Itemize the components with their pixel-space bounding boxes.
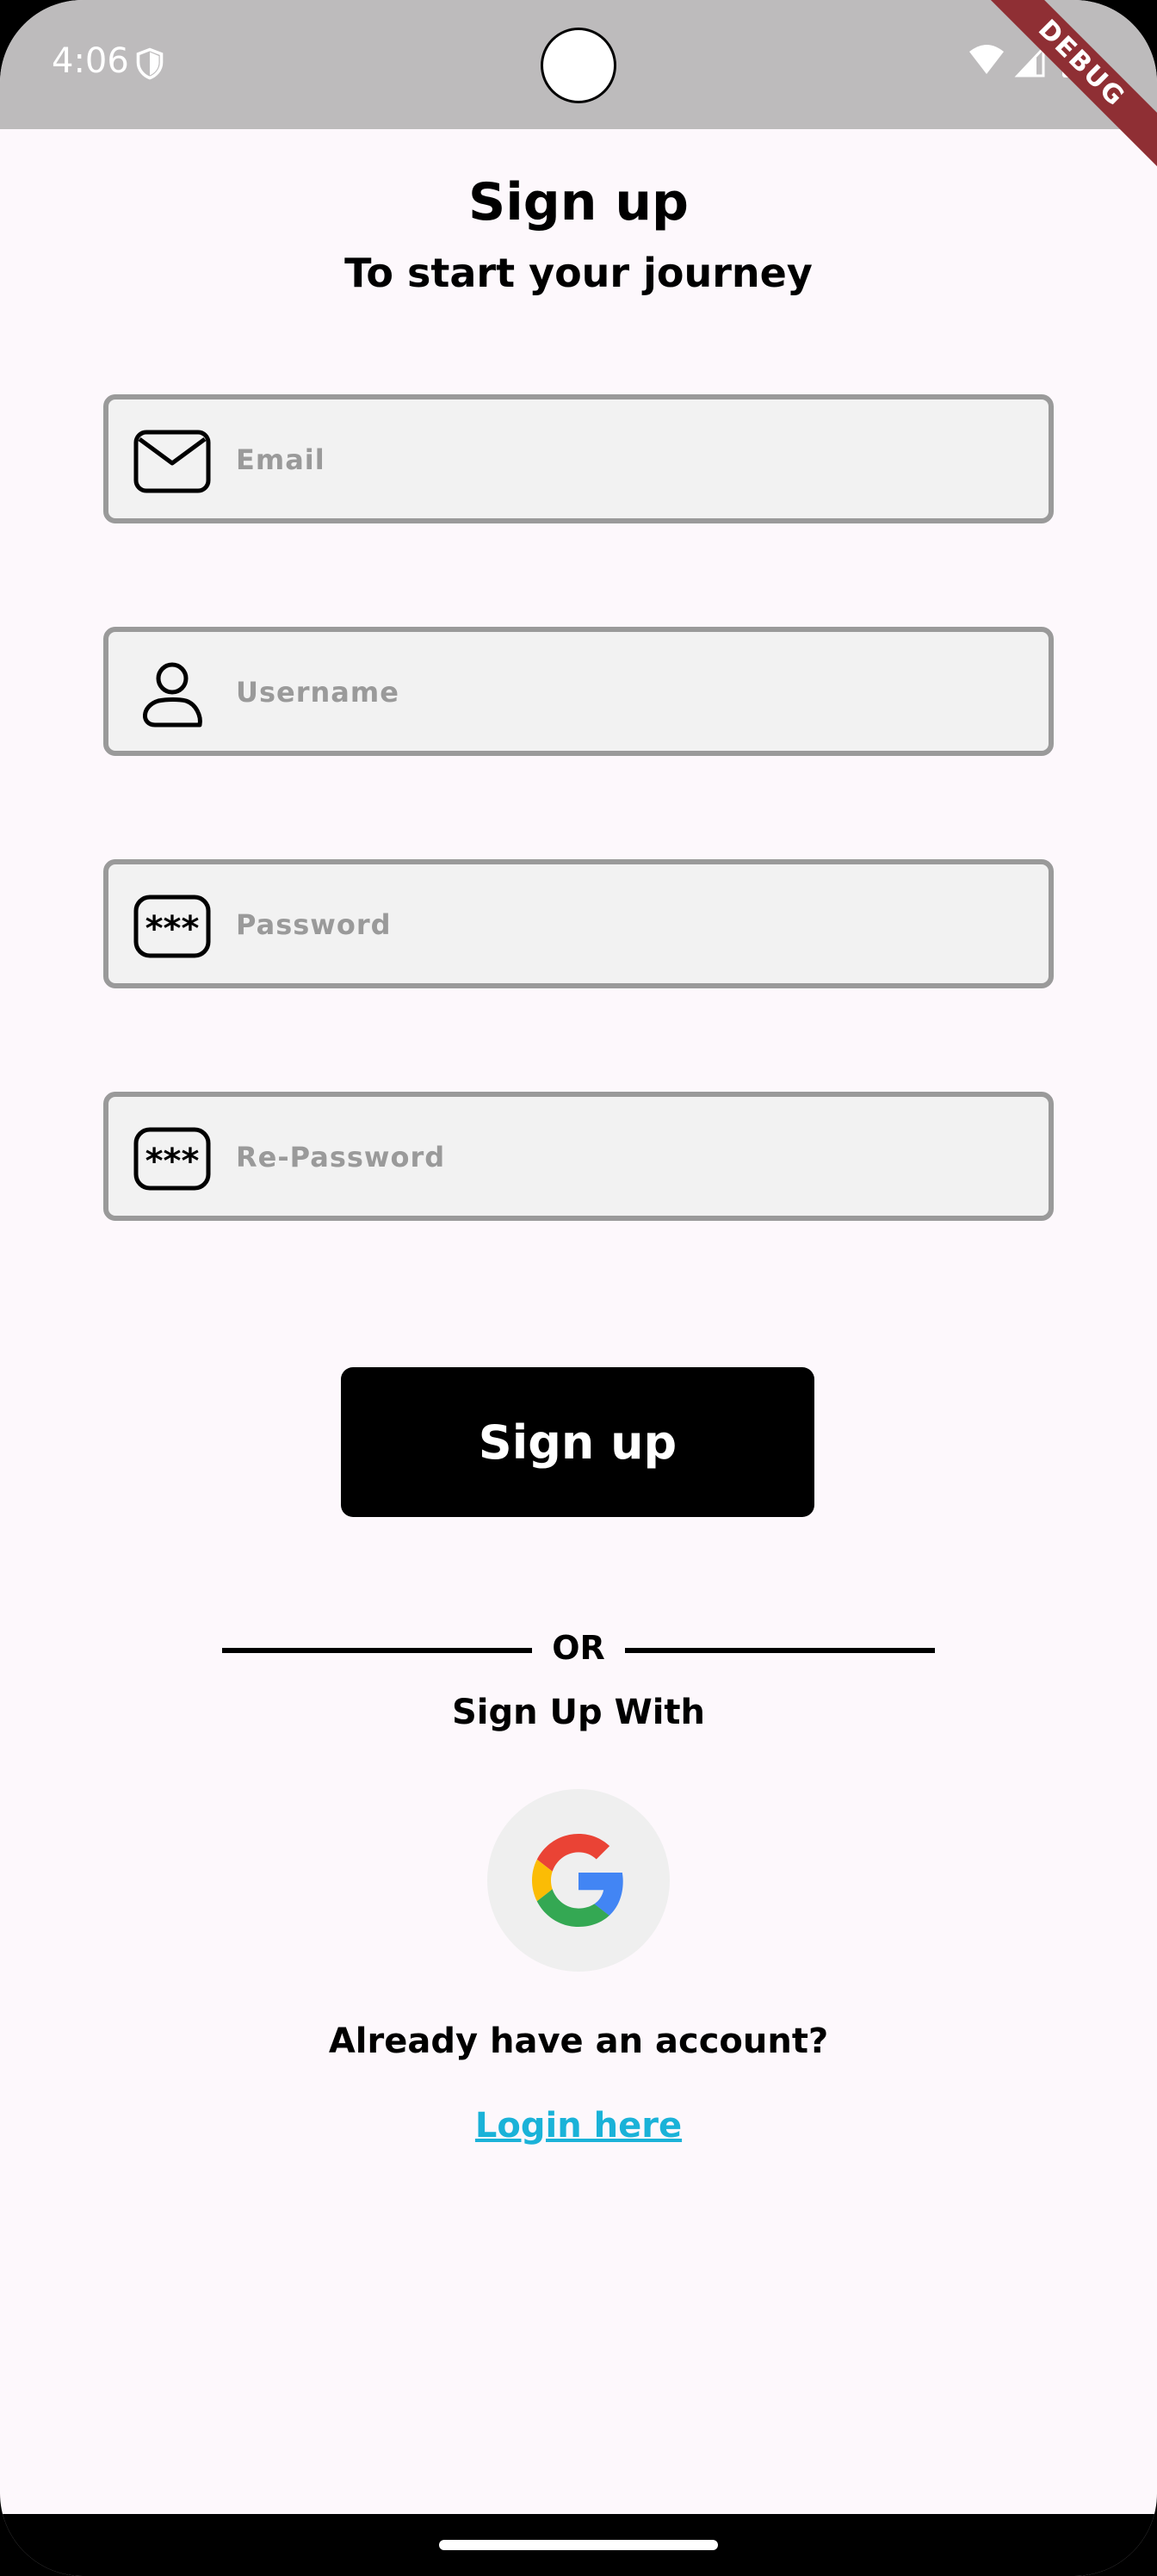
password-field[interactable]: *** <box>103 859 1054 988</box>
email-input[interactable] <box>234 399 1030 520</box>
or-label: OR <box>552 1629 605 1667</box>
svg-text:***: *** <box>145 1142 200 1181</box>
page-subtitle: To start your journey <box>344 250 813 296</box>
status-time: 4:06 <box>52 41 129 81</box>
password-icon: *** <box>133 1127 211 1191</box>
page-title: Sign up <box>468 172 689 232</box>
phone-screen: 4:06 DEBUG Sign up To start your journey <box>0 0 1157 2576</box>
google-icon <box>532 1834 623 1927</box>
camera-cutout <box>541 28 616 103</box>
status-bar: 4:06 DEBUG <box>0 0 1157 169</box>
already-account-text: Already have an account? <box>328 2022 829 2061</box>
svg-text:***: *** <box>145 909 200 949</box>
password-input[interactable] <box>234 864 1030 985</box>
username-input[interactable] <box>234 632 1030 752</box>
username-field[interactable] <box>103 627 1054 756</box>
divider-left <box>222 1648 532 1653</box>
login-link[interactable]: Login here <box>0 2106 1157 2146</box>
google-signup-button[interactable] <box>487 1789 670 1972</box>
repassword-field[interactable]: *** <box>103 1092 1054 1221</box>
divider-right <box>625 1648 935 1653</box>
signup-button[interactable]: Sign up <box>341 1367 814 1517</box>
email-field[interactable] <box>103 394 1054 523</box>
signal-icon <box>1014 45 1045 77</box>
password-icon: *** <box>133 895 211 958</box>
person-icon <box>143 662 202 728</box>
repassword-input[interactable] <box>234 1097 1030 1217</box>
signup-with-label: Sign Up With <box>451 1693 706 1732</box>
wifi-icon <box>969 45 1004 74</box>
envelope-icon <box>133 430 211 493</box>
home-indicator[interactable] <box>439 2540 718 2550</box>
shield-icon <box>136 47 164 80</box>
